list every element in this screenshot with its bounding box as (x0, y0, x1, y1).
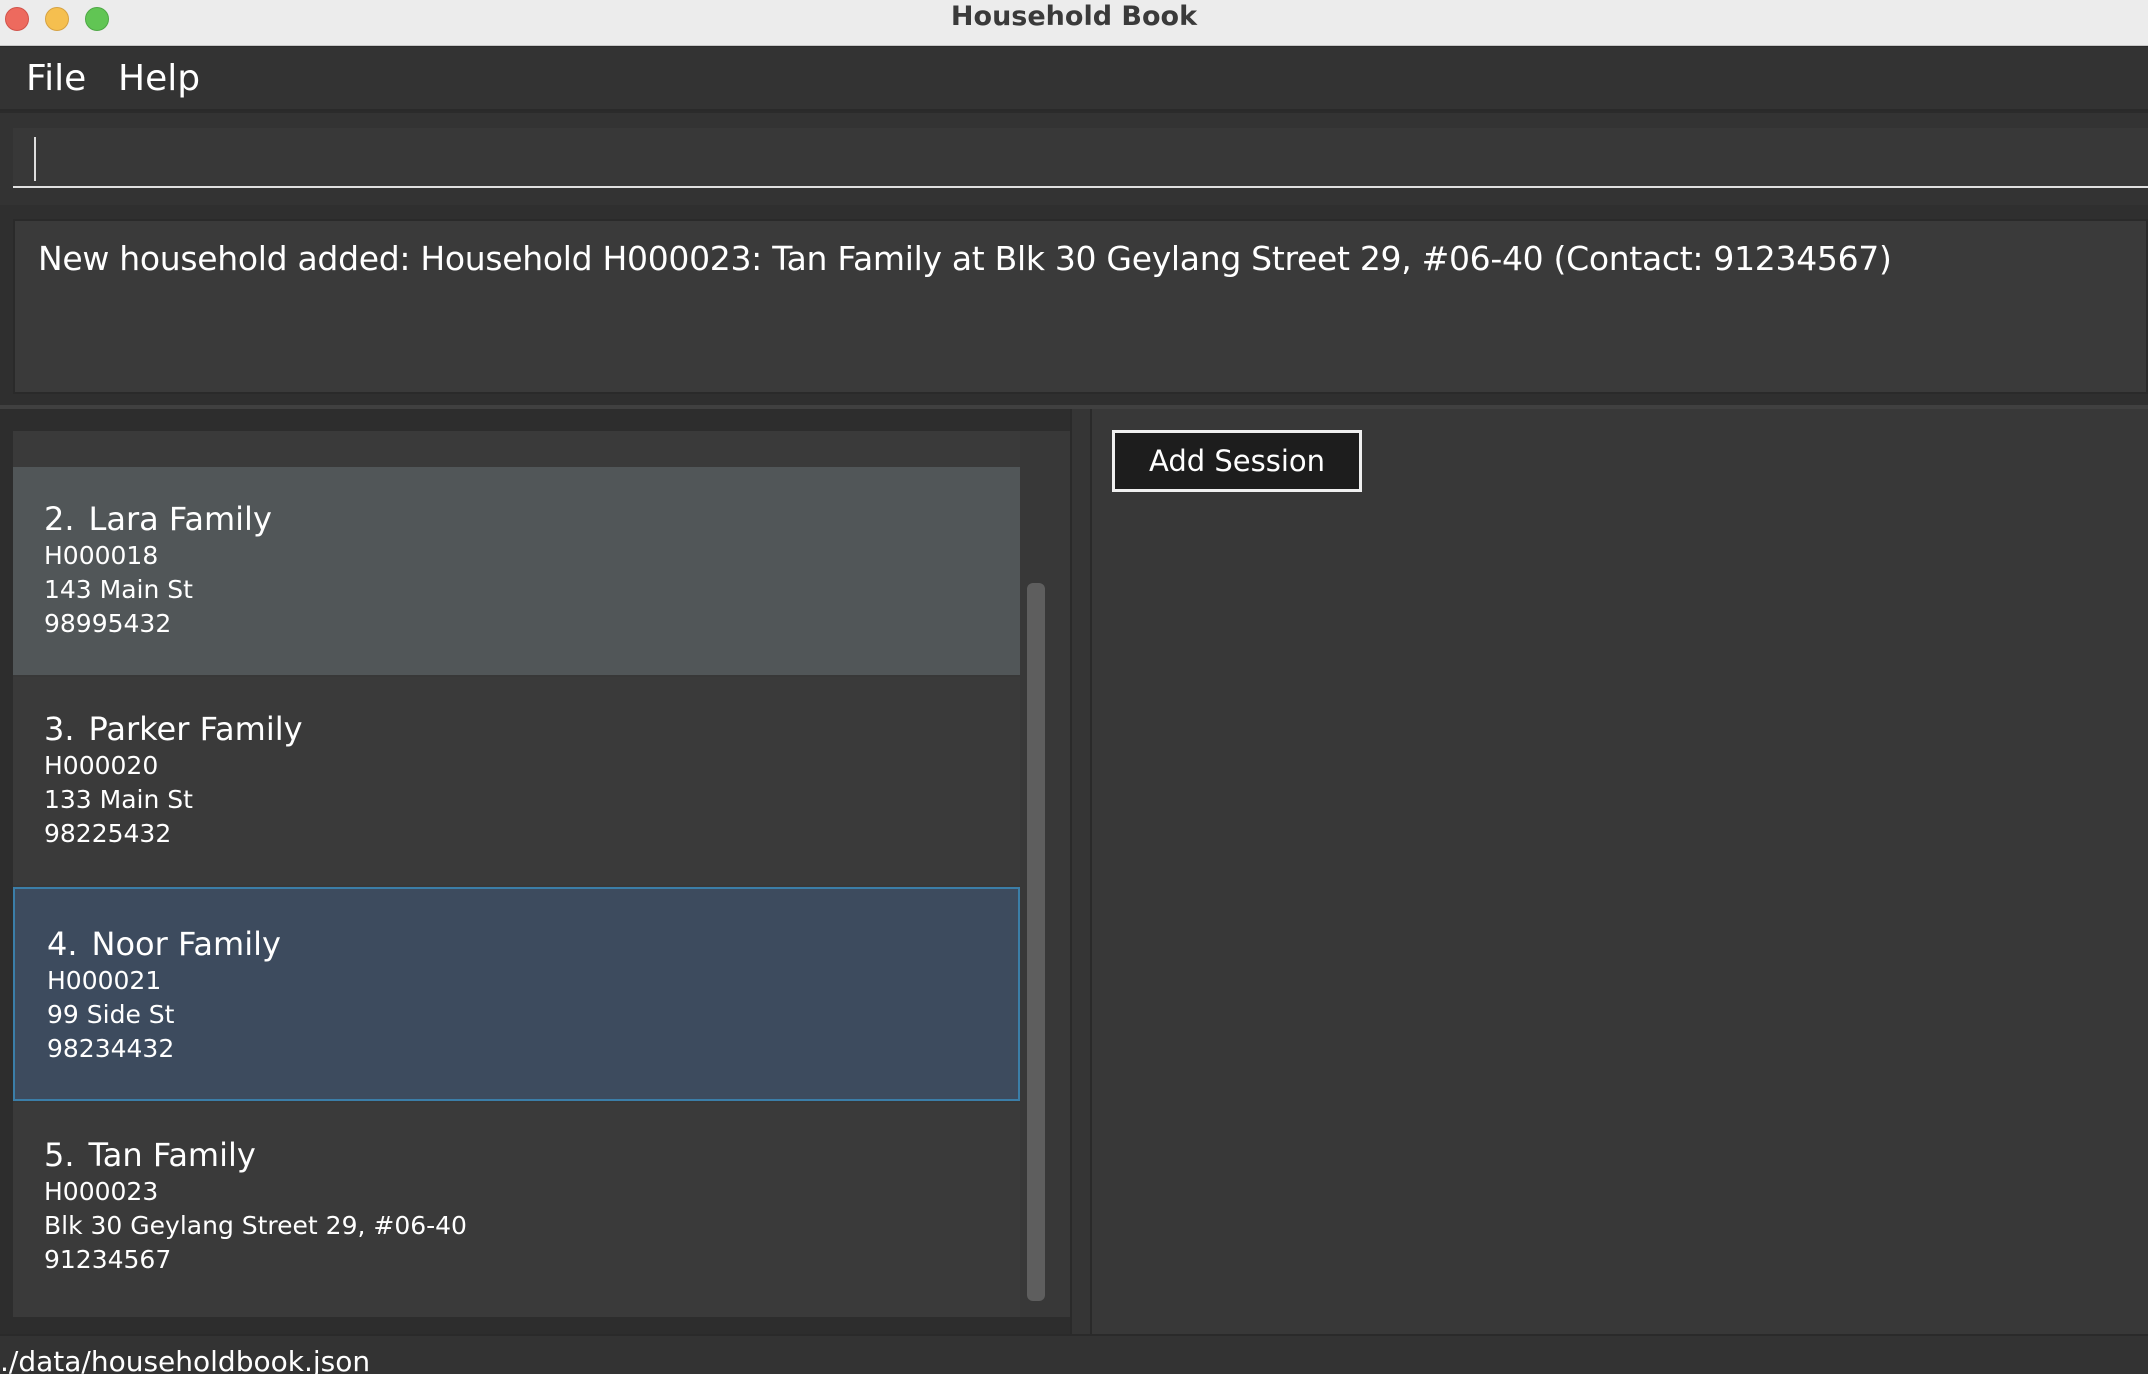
household-name: Noor Family (91, 925, 281, 963)
menu-bar: File Help (0, 47, 2148, 111)
household-card-selected[interactable]: 4. Noor Family H000021 99 Side St 9823443… (13, 887, 1020, 1101)
household-address: 133 Main St (44, 785, 193, 814)
menu-file[interactable]: File (20, 47, 92, 111)
household-id: H000020 (44, 751, 159, 780)
household-index: 4. (47, 925, 78, 963)
household-id: H000021 (47, 966, 162, 995)
household-name: Tan Family (88, 1136, 256, 1174)
household-id: H000023 (44, 1177, 159, 1206)
household-title: 4. Noor Family (47, 924, 1018, 964)
command-input[interactable] (13, 128, 2148, 188)
household-address: 143 Main St (44, 575, 193, 604)
household-card[interactable]: 2. Lara Family H000018 143 Main St 989954… (13, 467, 1020, 675)
household-title: 5. Tan Family (44, 1135, 1020, 1175)
household-title: 3. Parker Family (44, 709, 1020, 749)
household-title: 2. Lara Family (44, 499, 1020, 539)
window-title-bar: Household Book (0, 0, 2148, 46)
household-id: H000018 (44, 541, 159, 570)
household-list-panel: 2. Lara Family H000018 143 Main St 989954… (0, 409, 1070, 1334)
household-name: Lara Family (88, 500, 272, 538)
household-list[interactable]: 2. Lara Family H000018 143 Main St 989954… (13, 431, 1020, 1317)
household-name: Parker Family (88, 710, 303, 748)
household-address: 99 Side St (47, 1000, 175, 1029)
household-contact: 98234432 (47, 1034, 175, 1063)
household-card[interactable]: 3. Parker Family H000020 133 Main St 9822… (13, 677, 1020, 885)
household-card[interactable]: 5. Tan Family H000023 Blk 30 Geylang Stre… (13, 1103, 1020, 1317)
result-display-area: New household added: Household H000023: … (0, 205, 2148, 405)
menu-help[interactable]: Help (112, 47, 206, 111)
data-file-path: ./data/householdbook.json (0, 1345, 371, 1374)
add-session-button[interactable]: Add Session (1112, 430, 1362, 492)
household-contact: 98225432 (44, 819, 172, 848)
household-index: 3. (44, 710, 75, 748)
result-message: New household added: Household H000023: … (13, 219, 2148, 394)
household-index: 2. (44, 500, 75, 538)
list-scrollbar-thumb[interactable] (1027, 583, 1045, 1301)
window-title: Household Book (950, 1, 1198, 32)
household-address: Blk 30 Geylang Street 29, #06-40 (44, 1211, 467, 1240)
household-contact: 98995432 (44, 609, 172, 638)
list-item-partial[interactable] (13, 431, 1020, 467)
text-caret (34, 137, 36, 181)
household-contact: 91234567 (44, 1245, 172, 1274)
command-box-area (0, 113, 2148, 205)
status-bar: ./data/householdbook.json (0, 1334, 2148, 1374)
split-pane-divider[interactable] (1070, 409, 1092, 1334)
session-panel: Add Session (1092, 409, 2148, 1334)
household-index: 5. (44, 1136, 75, 1174)
